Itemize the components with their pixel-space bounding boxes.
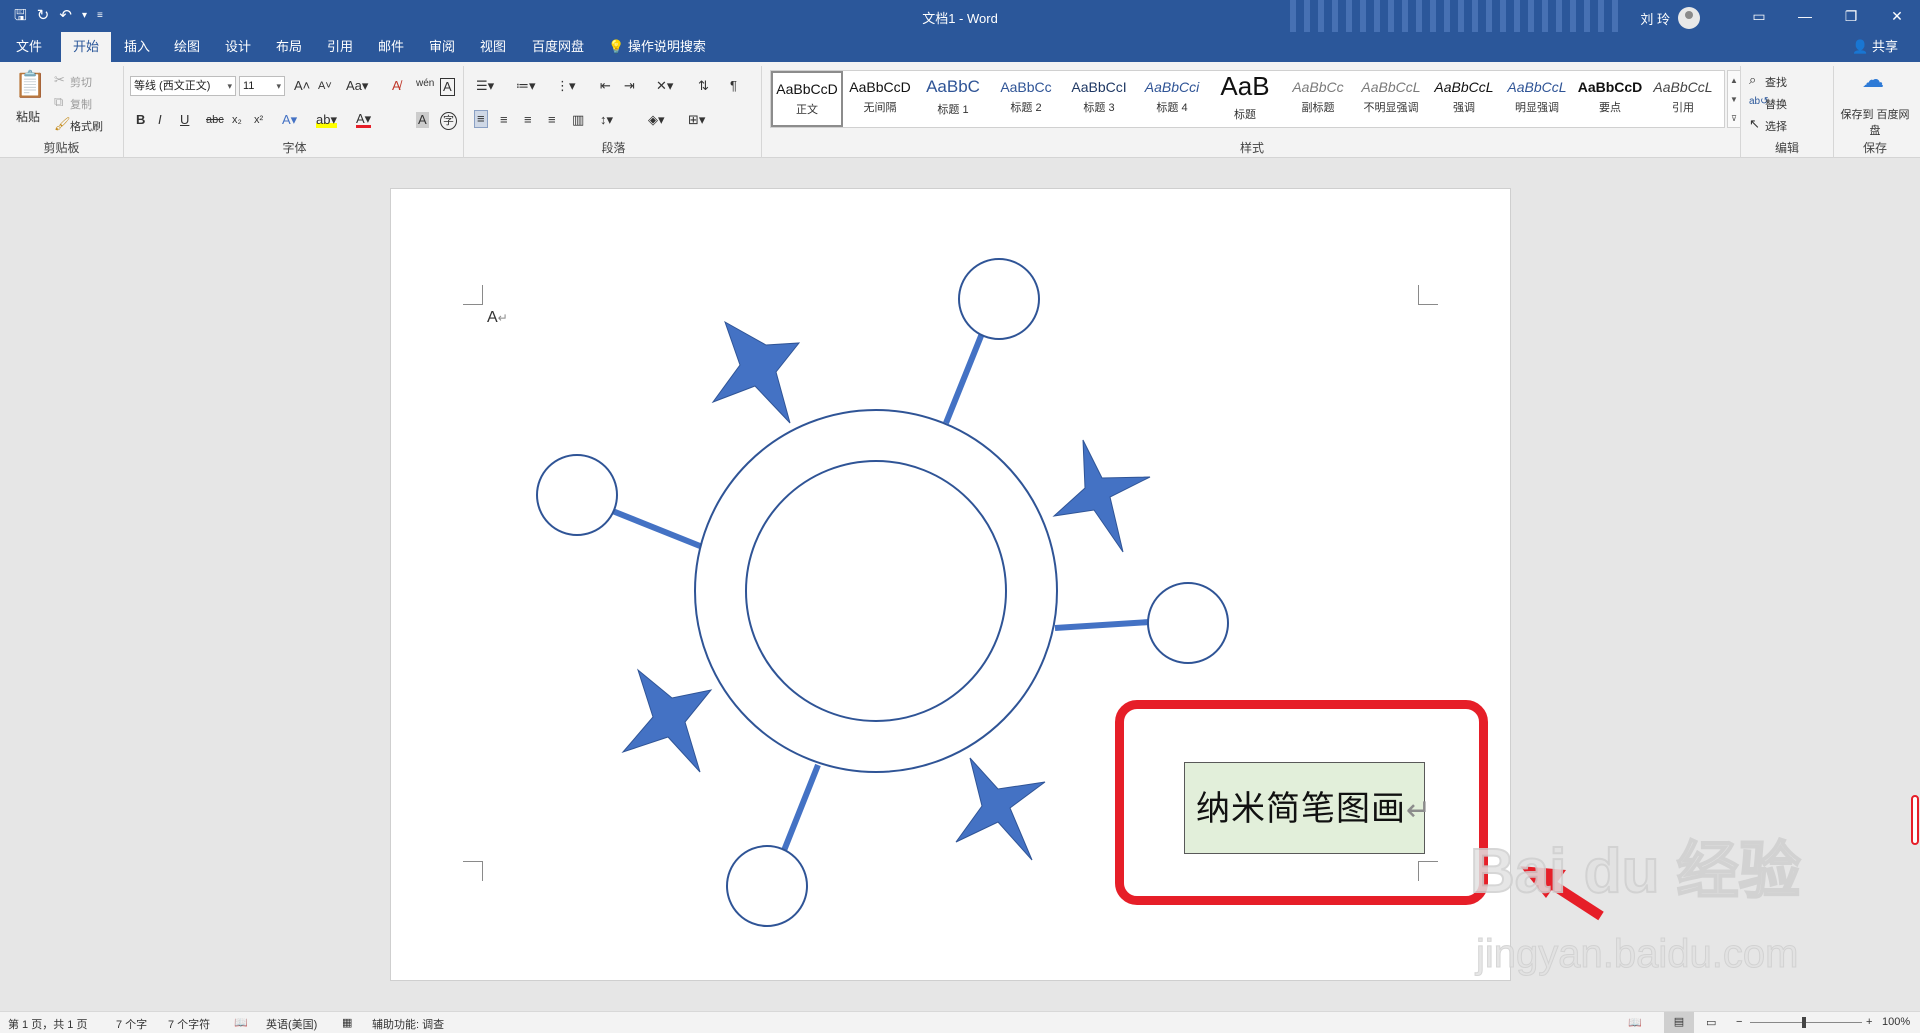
- read-mode-icon[interactable]: 📖: [1628, 1016, 1642, 1029]
- satellite-circle[interactable]: [536, 454, 618, 536]
- char-count[interactable]: 7 个字符: [168, 1016, 210, 1032]
- star-shape[interactable]: [621, 668, 713, 773]
- connector-line[interactable]: [608, 507, 702, 549]
- star-shape[interactable]: [955, 757, 1046, 861]
- status-bar: 第 1 页，共 1 页 7 个字 7 个字符 📖 英语(美国) ▦ 辅助功能: …: [0, 1011, 1920, 1033]
- proofing-icon[interactable]: 📖: [234, 1016, 248, 1029]
- language[interactable]: 英语(美国): [266, 1016, 317, 1032]
- scroll-indicator[interactable]: [1911, 795, 1919, 845]
- web-layout-icon[interactable]: ▭: [1706, 1016, 1716, 1029]
- satellite-circle[interactable]: [958, 258, 1040, 340]
- accessibility-status[interactable]: 辅助功能: 调查: [372, 1016, 444, 1032]
- print-layout-icon[interactable]: ▤: [1664, 1012, 1694, 1033]
- page-count[interactable]: 第 1 页，共 1 页: [8, 1016, 87, 1032]
- satellite-circle[interactable]: [726, 845, 808, 927]
- watermark: Bai du 经验 jingyan.baidu.com: [1469, 820, 1830, 990]
- word-count[interactable]: 7 个字: [116, 1016, 147, 1032]
- connector-line[interactable]: [943, 329, 986, 425]
- zoom-slider[interactable]: [1750, 1022, 1862, 1023]
- zoom-thumb[interactable]: [1802, 1017, 1806, 1028]
- watermark-logo: Bai du 经验: [1469, 836, 1802, 907]
- connector-line[interactable]: [1054, 619, 1151, 631]
- macro-icon[interactable]: ▦: [342, 1016, 352, 1029]
- text-box[interactable]: 纳米简笔图画↵: [1184, 762, 1431, 854]
- star-shape[interactable]: [711, 320, 801, 424]
- inner-circle-shape[interactable]: [745, 460, 1007, 722]
- zoom-level[interactable]: 100%: [1882, 1016, 1910, 1028]
- zoom-out-icon[interactable]: −: [1736, 1016, 1742, 1028]
- watermark-url: jingyan.baidu.com: [1475, 932, 1799, 977]
- satellite-circle[interactable]: [1147, 582, 1229, 664]
- zoom-in-icon[interactable]: +: [1866, 1016, 1872, 1028]
- connector-line[interactable]: [780, 763, 821, 855]
- return-mark: ↵: [1406, 793, 1433, 828]
- text-box-content[interactable]: 纳米简笔图画↵: [1196, 781, 1432, 830]
- star-shape[interactable]: [1052, 439, 1151, 553]
- text-box-label: 纳米简笔图画: [1196, 789, 1406, 829]
